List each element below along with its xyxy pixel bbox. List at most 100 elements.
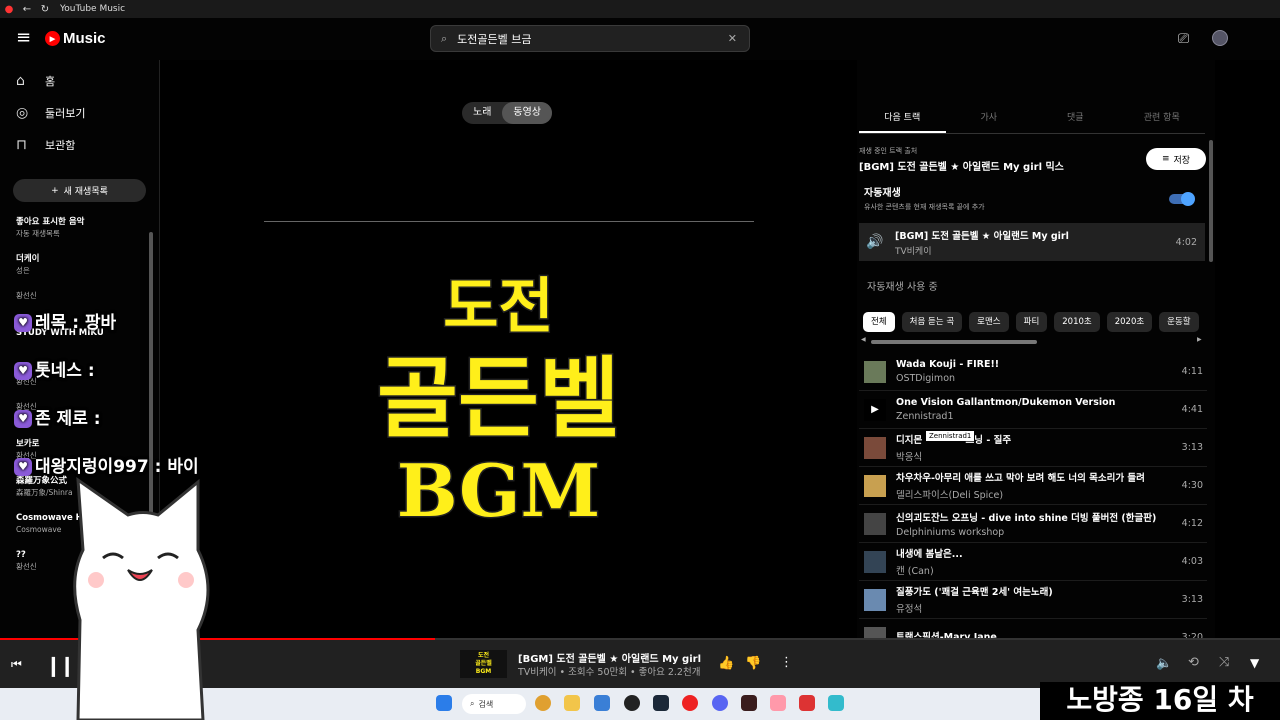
new-playlist-button[interactable]: + 새 재생목록: [13, 179, 146, 202]
queue-item[interactable]: 차우차우-아무리 애를 쓰고 막아 보려 해도 너의 목소리가 들려델리스파이스…: [859, 467, 1207, 505]
plus-icon: +: [51, 185, 59, 196]
app-icon: ●: [4, 3, 14, 15]
player-subtitle: TV비케이 • 조회수 50만회 • 좋아요 2.2천개: [518, 667, 701, 678]
reload-icon[interactable]: ↻: [36, 4, 54, 15]
source-title: [BGM] 도전 골든벨 ★ 아일랜드 My girl 믹스: [859, 162, 1064, 173]
queue-item[interactable]: 내생에 봄날은... 캔 (Can) 4:03: [859, 543, 1207, 581]
steam-icon[interactable]: [653, 695, 669, 711]
player-thumbnail: 도전 골든벨 BGM: [460, 650, 507, 678]
chat-text: 톳네스 :: [35, 361, 95, 381]
player-title[interactable]: [BGM] 도전 골든벨 ★ 아일랜드 My girl: [518, 650, 701, 665]
thumb-text-2: 골든벨: [475, 660, 492, 667]
cast-icon[interactable]: ⎚: [1178, 31, 1189, 47]
shuffle-icon[interactable]: ⤨: [1219, 655, 1229, 670]
search-box[interactable]: ⌕ 도전골든벨 브금 ✕: [430, 25, 750, 52]
playlist-title: 더케이: [16, 254, 40, 264]
autoplay-toggle[interactable]: [1169, 192, 1195, 206]
hamburger-menu-icon[interactable]: ≡: [16, 29, 31, 47]
thumbs-up-icon[interactable]: 👍: [718, 656, 734, 671]
back-icon[interactable]: ←: [18, 4, 36, 15]
start-icon[interactable]: [436, 695, 452, 711]
heart-badge-icon: ♥: [14, 410, 32, 428]
heart-badge-icon: ♥: [14, 362, 32, 380]
clear-search-icon[interactable]: ✕: [728, 32, 737, 45]
track-title: 내생에 봄날은...: [896, 549, 963, 560]
music-logo[interactable]: ▶ Music: [45, 30, 106, 47]
track-duration: 3:13: [1181, 442, 1203, 453]
track-title: 차우차우-아무리 애를 쓰고 막아 보려 해도 너의 목소리가 들려: [896, 473, 1145, 484]
tab-comments[interactable]: 댓글: [1032, 106, 1119, 133]
sidebar-item-label: 보관함: [45, 139, 76, 152]
window-titlebar: ● ← ↻ YouTube Music ⧉ ⋮ — ▢ ✕: [0, 0, 1280, 640]
track-thumbnail: [864, 474, 886, 497]
chat-message: ♥ 존 제로 :: [14, 404, 101, 429]
youtube-music-icon[interactable]: [682, 695, 698, 711]
previous-icon[interactable]: ⏮: [11, 657, 22, 672]
chrome-icon[interactable]: [535, 695, 551, 711]
autoplay-title: 자동재생: [864, 188, 901, 199]
playlist-subtitle: 성은: [16, 266, 30, 275]
thumbs-down-icon[interactable]: 👎: [745, 656, 761, 671]
taskbar-search[interactable]: ⌕ 검색: [462, 694, 526, 714]
tab-lyrics[interactable]: 가사: [946, 106, 1033, 133]
now-playing-artist: TV비케이: [895, 246, 932, 257]
volume-icon[interactable]: 🔈: [1156, 656, 1172, 671]
queue-item[interactable]: 질풍가도 ('쾌걸 근육맨 2세' 여는노래) 유정석 3:13: [859, 581, 1207, 619]
obs-icon[interactable]: [624, 695, 640, 711]
toggle-song[interactable]: 노래: [462, 102, 502, 124]
filter-chip[interactable]: 전체: [863, 312, 895, 332]
tab-up-next[interactable]: 다음 트랙: [859, 106, 946, 133]
more-options-icon[interactable]: ⋮: [780, 655, 793, 670]
queue-item[interactable]: 디지몬 프닝 - 질주 박응식 3:13: [859, 429, 1207, 467]
filter-chip[interactable]: 2020초: [1106, 312, 1153, 332]
tab-related[interactable]: 관련 항목: [1119, 106, 1206, 133]
folder-icon[interactable]: [564, 695, 580, 711]
queue-item[interactable]: ▶ One Vision Gallantmon/Dukemon Version Ze…: [859, 391, 1207, 429]
playlist-subtitle: 자동 재생목록: [16, 229, 60, 238]
filter-chip[interactable]: 로맨스: [969, 312, 1009, 332]
track-artist: 델리스파이스(Deli Spice): [896, 490, 1004, 501]
filter-chip[interactable]: 파티: [1015, 312, 1048, 332]
chips-scrollbar[interactable]: [871, 340, 1037, 344]
scroll-left-icon[interactable]: ◀: [861, 336, 866, 343]
track-title: Wada Kouji - FIRE!!: [896, 359, 1000, 370]
filter-chip[interactable]: 2010초: [1054, 312, 1100, 332]
app-icon-red[interactable]: [799, 695, 815, 711]
playlist-add-icon: ≡: [1161, 154, 1170, 164]
kakaotalk-icon[interactable]: [741, 695, 757, 711]
sidebar-item-label: 홈: [45, 75, 56, 88]
avatar[interactable]: [1212, 30, 1228, 46]
track-duration: 4:03: [1181, 556, 1203, 567]
track-artist: Zennistrad1: [896, 411, 954, 422]
sidebar-item-home[interactable]: ⌂ 홈: [0, 65, 159, 97]
chat-message: ♥ 레목 : 팡바: [14, 308, 116, 333]
queue-scrollbar[interactable]: [1209, 140, 1213, 262]
sidebar-item-library[interactable]: ⊓ 보관함: [0, 129, 159, 161]
sidebar-item-explore[interactable]: ◎ 둘러보기: [0, 97, 159, 129]
top-bar: ≡ ▶ Music ⌕ 도전골든벨 브금 ✕ ⎚: [0, 18, 1280, 60]
queue-item[interactable]: 신의괴도잔느 오프닝 - dive into shine 더빙 풀버전 (한글판…: [859, 505, 1207, 543]
save-button[interactable]: ≡ 저장: [1146, 148, 1206, 170]
filter-chip[interactable]: 운동할: [1159, 312, 1199, 332]
video-player[interactable]: 도전 골든벨 BGM: [201, 220, 796, 540]
toggle-video[interactable]: 동영상: [502, 102, 553, 124]
queue-item[interactable]: Wada Kouji - FIRE!! OSTDigimon 4:11: [859, 353, 1207, 391]
play-icon[interactable]: ▶: [864, 398, 886, 421]
now-playing-duration: 4:02: [1175, 236, 1197, 248]
app-icon-teal[interactable]: [828, 695, 844, 711]
autoplay-section: 자동재생 유사한 콘텐츠를 현재 재생목록 끝에 추가: [864, 184, 985, 212]
track-thumbnail: [864, 360, 886, 383]
track-thumbnail: [864, 588, 886, 611]
snipping-icon[interactable]: [594, 695, 610, 711]
filter-chip[interactable]: 처음 듣는 곡: [901, 312, 963, 332]
scroll-right-icon[interactable]: ▶: [1197, 336, 1202, 343]
search-input[interactable]: 도전골든벨 브금: [457, 31, 531, 47]
repeat-icon[interactable]: ⟲: [1188, 655, 1199, 670]
sidebar-playlist-item[interactable]: 좋아요 표시한 음악 자동 재생목록: [0, 216, 159, 253]
heart-app-icon[interactable]: [770, 695, 786, 711]
now-playing-item[interactable]: 🔊 [BGM] 도전 골든벨 ★ 아일랜드 My girl TV비케이 4:02: [859, 223, 1205, 261]
discord-icon[interactable]: [712, 695, 728, 711]
song-video-toggle[interactable]: 노래 동영상: [462, 102, 553, 124]
expand-icon[interactable]: ▼: [1250, 656, 1259, 670]
sidebar-playlist-item[interactable]: 더케이성은: [0, 253, 159, 290]
